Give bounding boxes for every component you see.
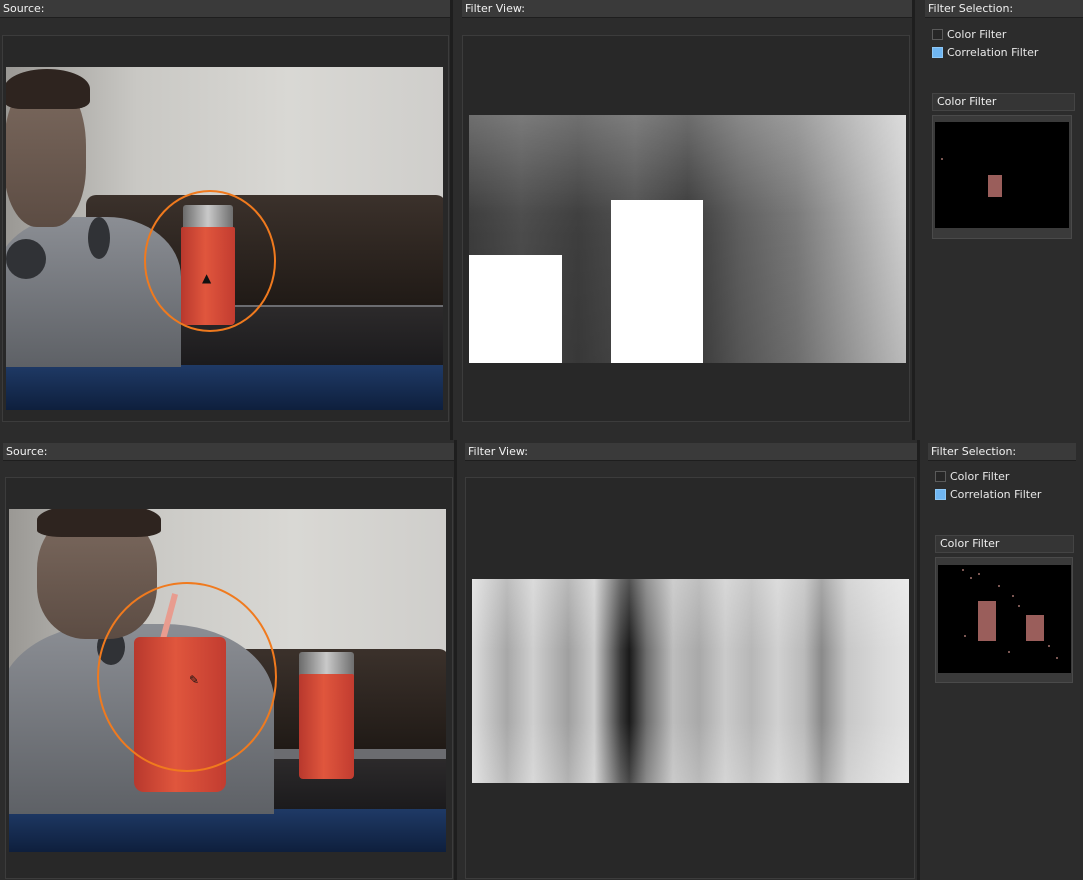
- mouse-cursor-icon: ✎: [189, 673, 200, 687]
- divider: [912, 0, 915, 440]
- bottom-window: Source: ✎ Filter View: Filter Selection:…: [0, 440, 1083, 880]
- divider: [917, 440, 920, 880]
- color-filter-option-label: Color Filter: [950, 470, 1010, 483]
- filter-selection-label: Filter Selection:: [931, 445, 1017, 458]
- color-filter-option-label: Color Filter: [947, 28, 1007, 41]
- correlation-filter-option-label: Correlation Filter: [947, 46, 1039, 59]
- source-label: Source:: [6, 445, 48, 458]
- divider: [450, 0, 453, 440]
- filter-view-header: Filter View:: [465, 443, 920, 461]
- filter-view-label: Filter View:: [465, 2, 525, 15]
- tracking-circle: [144, 190, 276, 332]
- correlation-filter-option[interactable]: Correlation Filter: [935, 487, 1041, 503]
- filter-selection-label: Filter Selection:: [928, 2, 1014, 15]
- correlation-response-image: [472, 579, 909, 783]
- filter-selection-header: Filter Selection:: [928, 443, 1076, 461]
- source-header: Source:: [3, 443, 454, 461]
- filter-selection-header: Filter Selection:: [925, 0, 1083, 18]
- color-filter-subheader: Color Filter: [935, 535, 1074, 553]
- filter-view-header: Filter View:: [462, 0, 915, 18]
- correlation-filter-checkbox[interactable]: [935, 489, 946, 500]
- source-header: Source:: [0, 0, 450, 18]
- color-filter-checkbox[interactable]: [932, 29, 943, 40]
- mouse-cursor-icon: ▲: [202, 271, 212, 285]
- color-filter-option[interactable]: Color Filter: [932, 27, 1006, 43]
- correlation-filter-checkbox[interactable]: [932, 47, 943, 58]
- masked-region: [469, 255, 562, 363]
- divider: [454, 440, 457, 880]
- correlation-response-image: [469, 115, 906, 363]
- color-filter-title: Color Filter: [937, 95, 997, 108]
- source-video-feed: ✎: [9, 509, 446, 852]
- masked-region: [611, 200, 703, 363]
- top-window: Source: ▲ Filter View: Filter Selection:…: [0, 0, 1083, 440]
- source-video-feed: ▲: [6, 67, 443, 410]
- color-filter-option[interactable]: Color Filter: [935, 469, 1009, 485]
- color-filter-image: [935, 122, 1069, 228]
- filter-view-label: Filter View:: [468, 445, 528, 458]
- correlation-filter-option-label: Correlation Filter: [950, 488, 1042, 501]
- color-filter-checkbox[interactable]: [935, 471, 946, 482]
- correlation-filter-option[interactable]: Correlation Filter: [932, 45, 1038, 61]
- color-filter-title: Color Filter: [940, 537, 1000, 550]
- color-filter-subheader: Color Filter: [932, 93, 1075, 111]
- source-label: Source:: [3, 2, 45, 15]
- color-filter-image: [938, 565, 1071, 673]
- tracking-circle: [97, 582, 277, 772]
